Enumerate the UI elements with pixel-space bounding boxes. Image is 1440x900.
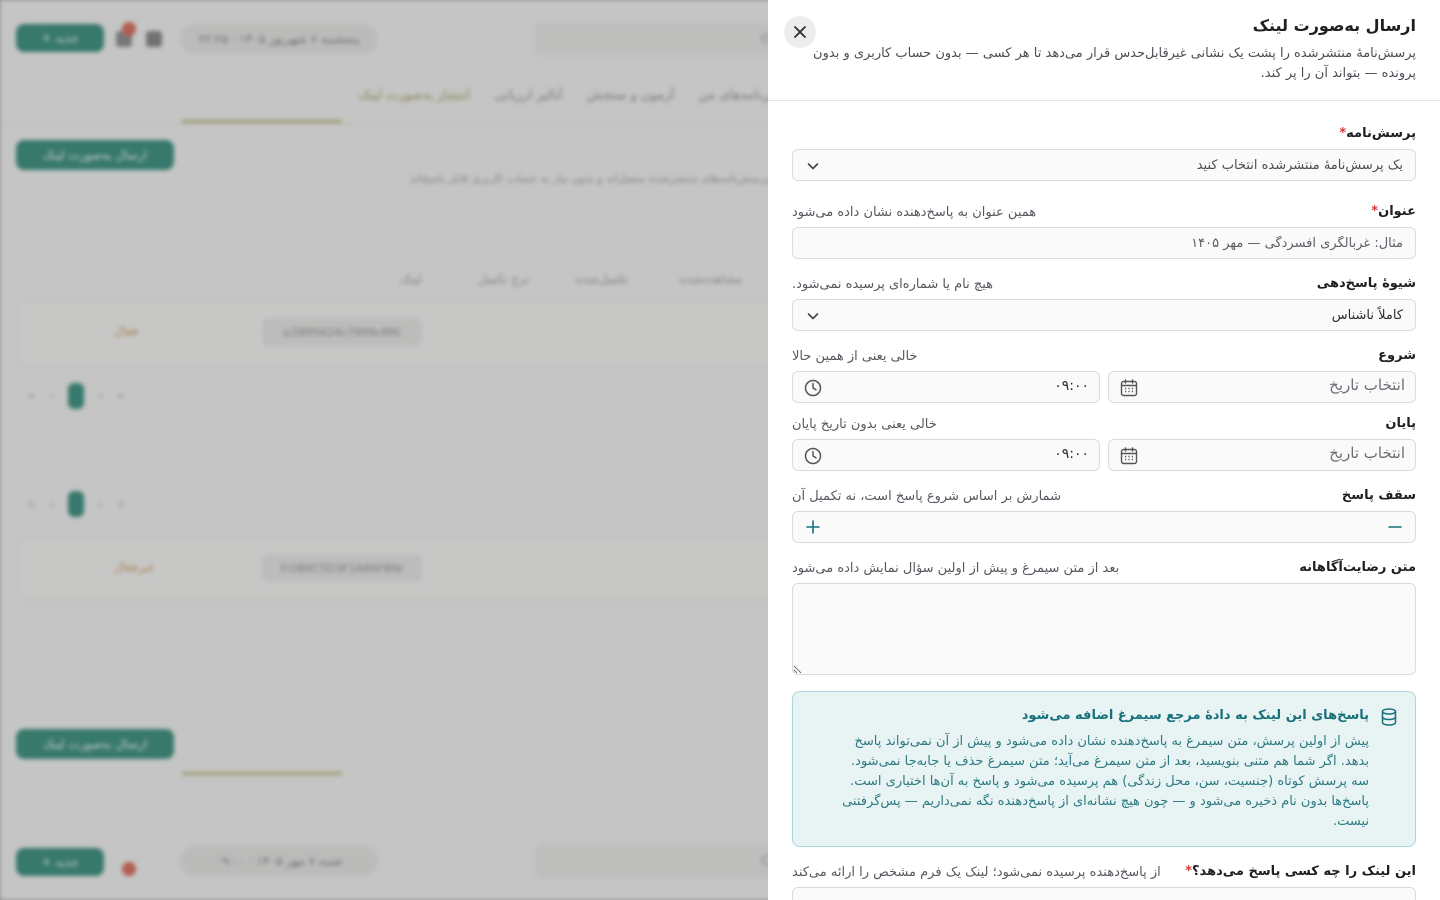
- calendar-icon: [1120, 379, 1138, 397]
- close-icon: [794, 26, 806, 38]
- start-date-picker[interactable]: انتخاب تاریخ: [1108, 371, 1416, 403]
- response-cap-label: سقف پاسخ: [1341, 488, 1416, 503]
- title-field[interactable]: [792, 227, 1416, 259]
- start-date-placeholder: انتخاب تاریخ: [1329, 376, 1405, 394]
- response-cap-stepper: [792, 511, 1416, 543]
- end-time-picker[interactable]: ۰۹:۰۰: [792, 439, 1100, 471]
- response-cap-input[interactable]: [833, 512, 1375, 542]
- questionnaire-select[interactable]: یک پرسش‌نامهٔ منتشرشده انتخاب کنید: [792, 149, 1416, 181]
- chevron-down-icon: [807, 163, 819, 170]
- increment-button[interactable]: [797, 512, 829, 542]
- drawer-header: ارسال به‌صورت لینک پرسش‌نامهٔ منتشرشده ر…: [768, 0, 1440, 101]
- response-mode-hint: هیچ نام یا شماره‌ای پرسیده نمی‌شود.: [792, 277, 994, 292]
- audience-label: این لینک را چه کسی پاسخ می‌دهد؟*: [1185, 864, 1416, 879]
- end-date-picker[interactable]: انتخاب تاریخ: [1108, 439, 1416, 471]
- start-time-picker[interactable]: ۰۹:۰۰: [792, 371, 1100, 403]
- response-mode-select[interactable]: کاملاً ناشناس: [792, 299, 1416, 331]
- decrement-button[interactable]: [1379, 512, 1411, 542]
- info-body: پیش از اولین پرسش، متن سیمرغ به پاسخ‌دهن…: [821, 732, 1369, 832]
- end-date-placeholder: انتخاب تاریخ: [1329, 444, 1405, 462]
- info-line: پاسخ‌ها بدون نام ذخیره می‌شود و — چون هی…: [842, 794, 1369, 809]
- simorgh-info-box: پاسخ‌های این لینک به دادهٔ مرجع سیمرغ اض…: [792, 691, 1416, 847]
- database-icon: [1381, 708, 1397, 726]
- audience-field[interactable]: [792, 887, 1416, 900]
- audience-hint: از پاسخ‌دهنده پرسیده نمی‌شود؛ لینک یک فر…: [792, 865, 1161, 880]
- response-mode-value: کاملاً ناشناس: [1331, 307, 1403, 323]
- drawer-description: پرسش‌نامهٔ منتشرشده را پشت یک نشانی غیرق…: [813, 46, 1416, 81]
- questionnaire-select-value: یک پرسش‌نامهٔ منتشرشده انتخاب کنید: [1196, 157, 1403, 173]
- close-button[interactable]: [784, 16, 816, 48]
- clock-icon: [804, 379, 822, 397]
- response-mode-label: شیوهٔ پاسخ‌دهی: [1316, 276, 1416, 291]
- title-hint: همین عنوان به پاسخ‌دهنده نشان داده می‌شو…: [792, 205, 1037, 220]
- minus-icon: [1388, 526, 1402, 528]
- consent-hint: بعد از متن سیمرغ و پیش از اولین سؤال نما…: [792, 561, 1120, 576]
- info-line: نیست.: [1332, 814, 1369, 829]
- start-hint: خالی یعنی از همین حالا: [792, 349, 918, 364]
- start-label: شروع: [1378, 348, 1416, 363]
- start-time-value: ۰۹:۰۰: [1054, 378, 1089, 394]
- title-input[interactable]: [805, 235, 1403, 251]
- info-line: پیش از اولین پرسش، متن سیمرغ به پاسخ‌دهن…: [854, 734, 1369, 749]
- info-title: پاسخ‌های این لینک به دادهٔ مرجع سیمرغ اض…: [1021, 708, 1369, 723]
- end-label: پایان: [1385, 416, 1416, 431]
- send-link-drawer: ارسال به‌صورت لینک پرسش‌نامهٔ منتشرشده ر…: [768, 0, 1440, 900]
- plus-icon: [806, 520, 820, 534]
- info-line: بدهد. اگر شما هم متنی بنویسید، بعد از مت…: [851, 754, 1369, 769]
- questionnaire-label: پرسش‌نامه*: [1339, 126, 1416, 141]
- drawer-title: ارسال به‌صورت لینک: [1252, 16, 1416, 35]
- chevron-down-icon: [807, 313, 819, 320]
- end-time-value: ۰۹:۰۰: [1054, 446, 1089, 462]
- response-cap-hint: شمارش بر اساس شروع پاسخ است، نه تکمیل آن: [792, 489, 1061, 504]
- required-mark: *: [1185, 864, 1193, 879]
- consent-label: متن رضایت‌آگاهانه: [1299, 560, 1416, 575]
- info-line: سه پرسش کوتاه (جنسیت، سن، محل زندگی) هم …: [850, 774, 1369, 789]
- consent-textarea[interactable]: [792, 583, 1416, 675]
- clock-icon: [804, 447, 822, 465]
- end-hint: خالی یعنی بدون تاریخ پایان: [792, 417, 937, 432]
- title-label: عنوان*: [1371, 204, 1416, 219]
- calendar-icon: [1120, 447, 1138, 465]
